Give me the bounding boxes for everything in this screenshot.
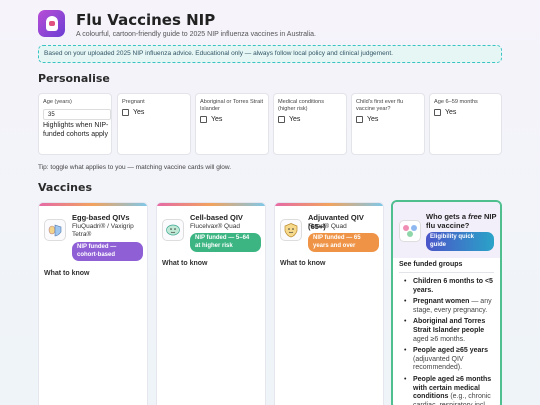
eligibility-list: Children 6 months to <5 years. Pregnant … — [399, 278, 499, 405]
list-item: People aged ≥6 months with certain medic… — [399, 376, 499, 405]
personalise-options: Age (years) 35 Highlights when NIP-funde… — [38, 93, 502, 155]
age-label: Age (years) — [43, 99, 72, 105]
shield-smile-icon — [280, 219, 302, 241]
people-group-icon — [399, 220, 421, 242]
option-label: Child's first ever flu vaccine year? — [356, 99, 404, 112]
vaccine-brand: FluQuadri® / Vaxigrip Tetra® — [72, 223, 134, 238]
eligibility-card: Who gets a free NIP flu vaccine? Eligibi… — [391, 200, 502, 405]
vaccine-card-cell-based[interactable]: Cell-based QIV Flucelvax® Quad NIP funde… — [156, 202, 266, 405]
funding-badge: NIP funded — cohort-based — [72, 242, 143, 261]
vaccine-card-egg-based[interactable]: Egg-based QIVs FluQuadri® / Vaxigrip Tet… — [38, 202, 148, 405]
option-age-6-59-months[interactable]: Age 6–59 months Yes — [429, 93, 502, 155]
what-to-know-toggle[interactable]: What to know — [280, 260, 326, 267]
list-item: Pregnant women — any stage, every pregna… — [399, 298, 499, 315]
cell-icon — [162, 219, 184, 241]
age-help-text: Highlights when NIP-funded cohorts apply — [43, 122, 109, 138]
eligibility-badge: Eligibility quick guide — [426, 232, 494, 251]
option-label: Age 6–59 months — [434, 99, 478, 105]
vaccines-heading: Vaccines — [38, 181, 92, 194]
eligibility-title: Who gets a free NIP flu vaccine? — [426, 212, 497, 230]
first-flu-vaccine-checkbox[interactable] — [356, 116, 363, 123]
option-atsi[interactable]: Aboriginal or Torres Strait Islander Yes — [195, 93, 269, 155]
checkbox-label: Yes — [289, 116, 301, 123]
option-label: Medical conditions (higher risk) — [278, 99, 325, 112]
personalise-tip: Tip: toggle what applies to you — matchi… — [38, 164, 232, 171]
age-input[interactable]: 35 — [43, 109, 111, 120]
card-accent-bar — [275, 203, 383, 206]
card-accent-bar — [39, 203, 147, 206]
vaccine-card-adjuvanted[interactable]: Adjuvanted QIV (65+) Fluad® Quad NIP fun… — [274, 202, 384, 405]
option-label: Aboriginal or Torres Strait Islander — [200, 99, 264, 112]
vaccine-name: Cell-based QIV — [190, 213, 243, 222]
vaccine-name: Egg-based QIVs — [72, 213, 130, 222]
list-item: Children 6 months to <5 years. — [399, 278, 499, 295]
vaccine-brand: Flucelvax® Quad — [190, 223, 240, 230]
age-card: Age (years) 35 Highlights when NIP-funde… — [38, 93, 112, 155]
funding-badge: NIP funded — 65 years and over — [308, 233, 379, 252]
app-title: Flu Vaccines NIP — [76, 11, 216, 29]
app-subtitle: A colourful, cartoon-friendly guide to 2… — [76, 31, 316, 38]
card-accent-bar — [157, 203, 265, 206]
checkbox-label: Yes — [367, 116, 379, 123]
shield-eggs-icon — [44, 219, 66, 241]
checkbox-label: Yes — [133, 109, 145, 116]
vaccine-brand: Fluad® Quad — [308, 223, 347, 230]
app-header: Flu Vaccines NIP A colourful, cartoon-fr… — [38, 10, 530, 42]
age-6-59-months-checkbox[interactable] — [434, 109, 441, 116]
option-pregnant[interactable]: Pregnant Yes — [117, 93, 191, 155]
checkbox-label: Yes — [445, 109, 457, 116]
divider — [399, 272, 494, 273]
what-to-know-toggle[interactable]: What to know — [44, 270, 90, 277]
option-first-flu-vaccine[interactable]: Child's first ever flu vaccine year? Yes — [351, 93, 425, 155]
personalise-heading: Personalise — [38, 72, 110, 85]
option-label: Pregnant — [122, 99, 145, 105]
medical-conditions-checkbox[interactable] — [278, 116, 285, 123]
see-funded-groups-toggle[interactable]: See funded groups — [399, 261, 462, 268]
option-medical-conditions[interactable]: Medical conditions (higher risk) Yes — [273, 93, 347, 155]
pregnant-checkbox[interactable] — [122, 109, 129, 116]
app-logo-icon — [38, 10, 65, 37]
checkbox-label: Yes — [211, 116, 223, 123]
list-item: People aged ≥65 years (adjuvanted QIV re… — [399, 347, 499, 373]
disclaimer-notice: Based on your uploaded 2025 NIP influenz… — [38, 45, 502, 63]
atsi-checkbox[interactable] — [200, 116, 207, 123]
funding-badge: NIP funded — 5–64 at higher risk — [190, 233, 261, 252]
what-to-know-toggle[interactable]: What to know — [162, 260, 208, 267]
list-item: Aboriginal and Torres Strait Islander pe… — [399, 318, 499, 344]
